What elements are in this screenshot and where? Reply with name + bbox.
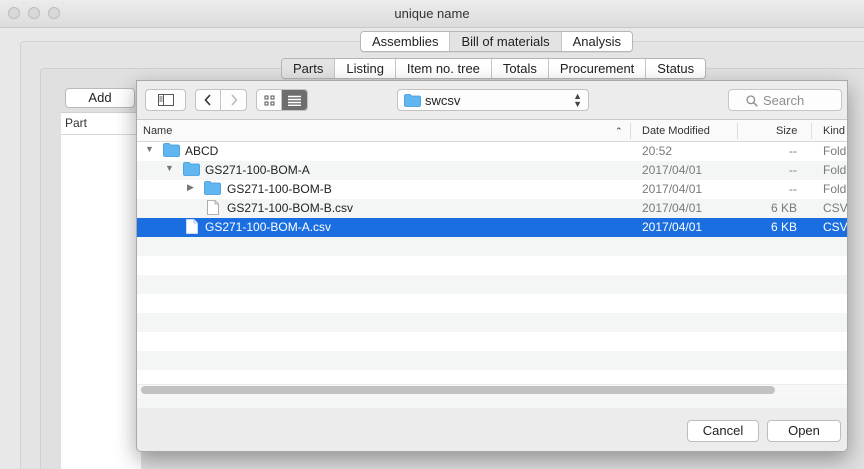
- tab-assemblies[interactable]: Assemblies: [361, 32, 451, 51]
- document-icon: [207, 200, 219, 215]
- file-row-selected[interactable]: GS271-100-BOM-A.csv 2017/04/01 6 KB CSV: [137, 218, 847, 237]
- forward-button[interactable]: [221, 90, 246, 110]
- column-separator: [737, 123, 738, 139]
- file-date: 2017/04/01: [642, 201, 703, 215]
- empty-row: [137, 332, 847, 351]
- open-file-dialog: swcsv ▲ ▼ Search Name ⌃ Date Modified Siz…: [136, 80, 848, 452]
- title-bar: unique name: [0, 0, 864, 28]
- file-name: ABCD: [185, 144, 219, 158]
- empty-row: [137, 294, 847, 313]
- file-kind: Fold: [823, 163, 847, 177]
- disclosure-expanded-icon[interactable]: ▼: [165, 163, 174, 173]
- back-forward-buttons: [195, 89, 247, 111]
- tab-parts[interactable]: Parts: [282, 59, 336, 78]
- file-name: GS271-100-BOM-A.csv: [205, 220, 332, 234]
- search-field[interactable]: Search: [728, 89, 842, 111]
- add-button[interactable]: Add: [65, 88, 135, 108]
- file-row[interactable]: ▶ GS271-100-BOM-B 2017/04/01 -- Fold: [137, 180, 847, 199]
- file-name: GS271-100-BOM-A: [205, 163, 310, 177]
- file-row[interactable]: ▼ ABCD 20:52 -- Fold: [137, 142, 847, 161]
- tab-listing[interactable]: Listing: [335, 59, 396, 78]
- chevron-updown-icon: ▲ ▼: [573, 91, 582, 109]
- file-name: GS271-100-BOM-B: [227, 182, 332, 196]
- file-date: 20:52: [642, 144, 673, 158]
- tab-procurement[interactable]: Procurement: [548, 59, 647, 78]
- cancel-button[interactable]: Cancel: [687, 420, 759, 442]
- location-popup[interactable]: swcsv ▲ ▼: [397, 89, 589, 111]
- file-size: --: [789, 182, 797, 196]
- tab-totals[interactable]: Totals: [491, 59, 549, 78]
- file-size: 6 KB: [770, 201, 797, 215]
- main-tab-bar: Assemblies Bill of materials Analysis: [360, 31, 634, 52]
- back-button[interactable]: [196, 90, 221, 110]
- empty-row: [137, 237, 847, 256]
- parts-table: Part: [61, 112, 141, 469]
- grid-icon: [264, 95, 274, 105]
- file-kind: Fold: [823, 144, 847, 158]
- open-button[interactable]: Open: [767, 420, 841, 442]
- size-column-header[interactable]: Size: [776, 125, 797, 137]
- sub-tab-bar: Parts Listing Item no. tree Totals Procu…: [281, 58, 707, 79]
- view-mode-buttons: [256, 89, 308, 111]
- folder-icon: [163, 143, 180, 157]
- file-kind: CSV: [823, 201, 848, 215]
- search-icon: [746, 95, 758, 107]
- date-column-header[interactable]: Date Modified: [642, 125, 710, 137]
- file-size: --: [789, 144, 797, 158]
- empty-row: [137, 351, 847, 370]
- tab-status[interactable]: Status: [646, 59, 706, 78]
- empty-row: [137, 256, 847, 275]
- icon-view-button[interactable]: [257, 90, 282, 110]
- empty-row: [137, 313, 847, 332]
- list-view-button[interactable]: [282, 90, 307, 110]
- tab-item-no-tree[interactable]: Item no. tree: [395, 59, 492, 78]
- search-placeholder: Search: [763, 93, 805, 108]
- disclosure-collapsed-icon[interactable]: ▶: [187, 182, 194, 193]
- sidebar-icon: [157, 94, 174, 106]
- chevron-right-icon: [230, 94, 238, 106]
- file-date: 2017/04/01: [642, 182, 703, 196]
- file-kind: CSV: [823, 220, 848, 234]
- empty-row: [137, 275, 847, 294]
- sidebar-toggle-button[interactable]: [145, 89, 186, 111]
- sort-ascending-icon: ⌃: [615, 126, 623, 136]
- file-size: --: [789, 163, 797, 177]
- kind-column-header[interactable]: Kind: [823, 125, 845, 137]
- file-row[interactable]: ▼ GS271-100-BOM-A 2017/04/01 -- Fold: [137, 161, 847, 180]
- window-title: unique name: [394, 6, 470, 21]
- column-separator: [630, 123, 631, 139]
- file-date: 2017/04/01: [642, 220, 703, 234]
- file-size: 6 KB: [770, 220, 797, 234]
- tab-analysis[interactable]: Analysis: [561, 32, 633, 51]
- horizontal-scroll-thumb[interactable]: [141, 386, 775, 394]
- file-date: 2017/04/01: [642, 163, 703, 177]
- tab-bill-of-materials[interactable]: Bill of materials: [450, 32, 562, 51]
- part-column-header[interactable]: Part: [61, 113, 141, 135]
- folder-icon: [204, 181, 221, 195]
- dialog-toolbar: swcsv ▲ ▼ Search: [137, 81, 847, 119]
- file-row[interactable]: GS271-100-BOM-B.csv 2017/04/01 6 KB CSV: [137, 199, 847, 218]
- column-header-row: Name ⌃ Date Modified Size Kind: [137, 120, 847, 142]
- file-name: GS271-100-BOM-B.csv: [227, 201, 354, 215]
- file-kind: Fold: [823, 182, 847, 196]
- folder-icon: [183, 162, 200, 176]
- document-icon: [186, 219, 198, 234]
- disclosure-expanded-icon[interactable]: ▼: [145, 144, 154, 154]
- list-icon: [288, 95, 301, 106]
- folder-icon: [404, 94, 421, 107]
- column-separator: [811, 123, 812, 139]
- file-list: ▼ ABCD 20:52 -- Fold ▼ GS271-100-BOM-A 2…: [137, 142, 847, 408]
- name-column-header[interactable]: Name: [143, 125, 172, 137]
- location-label: swcsv: [425, 93, 461, 108]
- chevron-left-icon: [204, 94, 211, 106]
- file-browser: Name ⌃ Date Modified Size Kind ▼ ABCD 20…: [137, 119, 847, 408]
